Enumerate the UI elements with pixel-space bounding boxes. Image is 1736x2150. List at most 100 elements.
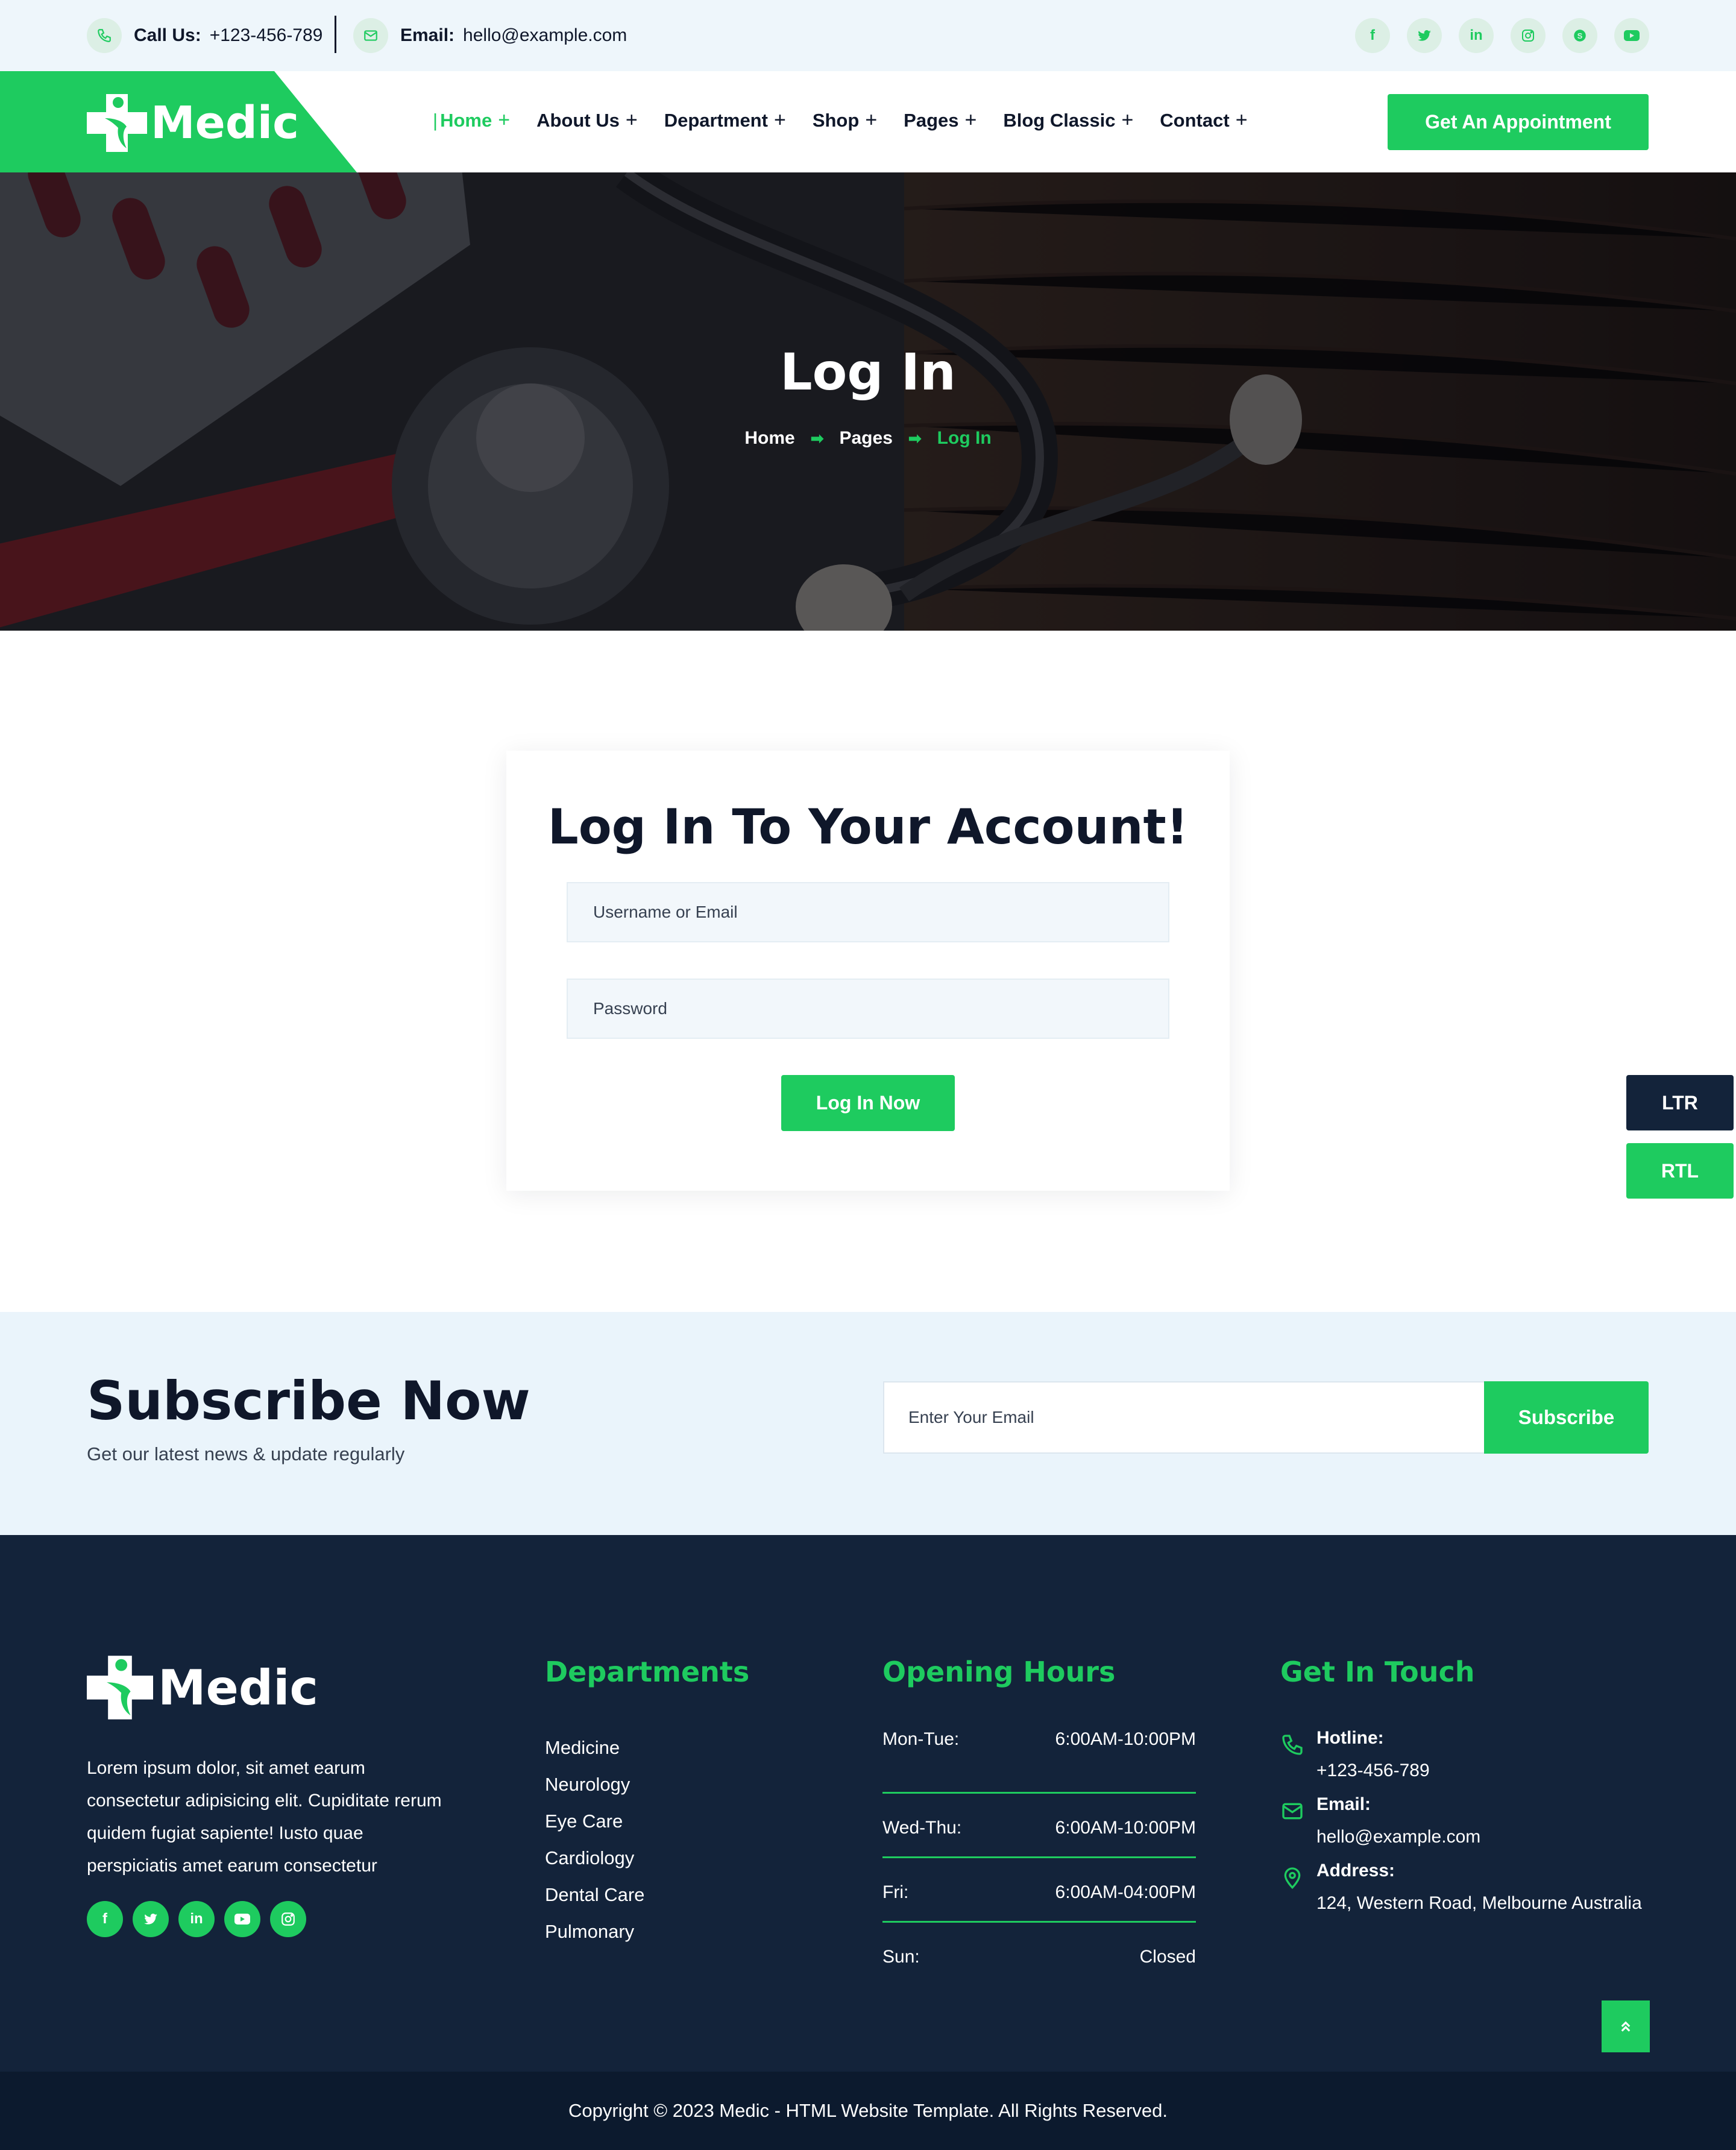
hours-row: Mon-Tue: 6:00AM-10:00PM xyxy=(882,1729,1196,1794)
hours-day: Fri: xyxy=(882,1882,909,1902)
medic-logo-icon xyxy=(87,94,147,152)
address-item: Address: 124, Western Road, Melbourne Au… xyxy=(1280,1862,1666,1912)
location-pin-icon xyxy=(1284,1867,1301,1890)
hotline-label: Hotline: xyxy=(1316,1728,1384,1748)
call-label: Call Us: xyxy=(134,25,201,45)
password-field[interactable] xyxy=(567,979,1169,1039)
divider xyxy=(335,16,336,53)
plus-icon: + xyxy=(865,109,878,131)
nav-about-us[interactable]: About Us + xyxy=(536,109,638,132)
linkedin-icon[interactable]: in xyxy=(1459,18,1494,53)
arrow-right-icon: ➡ xyxy=(810,429,824,447)
get-in-touch-heading: Get In Touch xyxy=(1280,1656,1475,1688)
nav-label: Department xyxy=(664,109,768,131)
department-link[interactable]: Dental Care xyxy=(545,1876,644,1913)
subscribe-title: Subscribe Now xyxy=(87,1370,530,1432)
hours-time: Closed xyxy=(1139,1947,1196,1967)
subscribe-button[interactable]: Subscribe xyxy=(1484,1381,1649,1454)
rtl-button[interactable]: RTL xyxy=(1626,1143,1734,1199)
facebook-icon[interactable]: f xyxy=(1355,18,1390,53)
hours-time: 6:00AM-04:00PM xyxy=(1055,1882,1196,1902)
instagram-icon[interactable] xyxy=(270,1901,306,1937)
hours-time: 6:00AM-10:00PM xyxy=(1055,1729,1196,1749)
username-field[interactable] xyxy=(567,882,1169,942)
subscribe-email-input[interactable] xyxy=(908,1408,1485,1427)
email-item: Email: hello@example.com xyxy=(1280,1795,1666,1846)
active-marker: | xyxy=(433,109,438,131)
appointment-button[interactable]: Get An Appointment xyxy=(1388,94,1649,150)
department-link[interactable]: Medicine xyxy=(545,1729,644,1766)
department-link[interactable]: Pulmonary xyxy=(545,1913,644,1950)
footer-about-text: Lorem ipsum dolor, sit amet earum consec… xyxy=(87,1758,442,1876)
department-link[interactable]: Cardiology xyxy=(545,1839,644,1876)
twitter-icon[interactable] xyxy=(1407,18,1442,53)
mail-icon xyxy=(353,18,388,53)
plus-icon: + xyxy=(498,109,511,131)
hotline-item: Hotline: +123-456-789 xyxy=(1280,1729,1666,1780)
password-input[interactable] xyxy=(593,999,1168,1018)
call-contact[interactable]: Call Us: +123-456-789 xyxy=(87,18,322,53)
address-label: Address: xyxy=(1316,1861,1395,1880)
menu: | Home + About Us + Department + Shop + … xyxy=(433,109,1274,132)
hours-day: Sun: xyxy=(882,1947,920,1967)
nav-label: Home xyxy=(440,109,492,131)
youtube-icon[interactable] xyxy=(224,1901,260,1937)
subscribe-email-field[interactable] xyxy=(883,1381,1486,1454)
twitter-icon[interactable] xyxy=(133,1901,169,1937)
nav-contact[interactable]: Contact + xyxy=(1160,109,1247,132)
hotline-value[interactable]: +123-456-789 xyxy=(1316,1762,1666,1780)
linkedin-icon[interactable]: in xyxy=(178,1901,215,1937)
email-contact[interactable]: Email: hello@example.com xyxy=(353,18,627,53)
hours-row: Wed-Thu: 6:00AM-10:00PM xyxy=(882,1794,1196,1858)
nav-home[interactable]: | Home + xyxy=(433,109,510,132)
skype-icon[interactable]: S xyxy=(1562,18,1597,53)
departments-heading: Departments xyxy=(545,1656,750,1688)
nav-department[interactable]: Department + xyxy=(664,109,786,132)
plus-icon: + xyxy=(625,109,638,131)
hours-day: Mon-Tue: xyxy=(882,1729,960,1749)
nav-blog-classic[interactable]: Blog Classic + xyxy=(1003,109,1133,132)
email-label: Email: xyxy=(400,25,455,45)
breadcrumb: Home ➡ Pages ➡ Log In xyxy=(0,428,1736,449)
hours-row: Fri: 6:00AM-04:00PM xyxy=(882,1858,1196,1923)
page-banner: Log In Home ➡ Pages ➡ Log In xyxy=(0,172,1736,631)
username-input[interactable] xyxy=(593,903,1168,922)
ltr-button[interactable]: LTR xyxy=(1626,1075,1734,1130)
svg-text:S: S xyxy=(1577,31,1583,40)
breadcrumb-pages[interactable]: Pages xyxy=(839,428,892,449)
login-button[interactable]: Log In Now xyxy=(781,1075,955,1131)
double-chevron-up-icon xyxy=(1621,2021,1631,2032)
youtube-icon[interactable] xyxy=(1614,18,1649,53)
department-link[interactable]: Eye Care xyxy=(545,1803,644,1839)
call-value: +123-456-789 xyxy=(209,25,323,45)
mail-icon xyxy=(1282,1803,1303,1820)
email-value[interactable]: hello@example.com xyxy=(1316,1828,1666,1846)
footer-logo[interactable]: Medic xyxy=(87,1654,318,1721)
login-form-card: Log In To Your Account! Log In Now xyxy=(506,751,1230,1191)
nav-label: Shop xyxy=(812,109,860,131)
opening-hours-heading: Opening Hours xyxy=(882,1656,1116,1688)
medic-logo-icon xyxy=(87,1656,153,1720)
nav-label: Pages xyxy=(904,109,959,131)
arrow-right-icon: ➡ xyxy=(908,429,922,447)
instagram-icon[interactable] xyxy=(1511,18,1546,53)
nav-shop[interactable]: Shop + xyxy=(813,109,877,132)
footer-logo-text: Medic xyxy=(158,1659,318,1716)
scroll-to-top-button[interactable] xyxy=(1602,2000,1650,2052)
page-title: Log In xyxy=(780,342,956,402)
address-value: 124, Western Road, Melbourne Australia xyxy=(1316,1893,1642,1913)
footer-social-links: f in xyxy=(87,1901,306,1937)
login-title: Log In To Your Account! xyxy=(547,799,1189,855)
banner-overlay xyxy=(0,172,1736,631)
copyright-text: Copyright © 2023 Medic - HTML Website Te… xyxy=(568,2100,1168,2121)
logo[interactable]: Medic xyxy=(87,94,299,152)
facebook-icon[interactable]: f xyxy=(87,1901,123,1937)
breadcrumb-home[interactable]: Home xyxy=(744,428,794,449)
nav-pages[interactable]: Pages + xyxy=(904,109,976,132)
plus-icon: + xyxy=(1235,109,1248,131)
nav-label: Blog Classic xyxy=(1003,109,1116,131)
contact-info: Hotline: +123-456-789 Email: hello@examp… xyxy=(1280,1729,1666,1928)
logo-text: Medic xyxy=(151,97,300,149)
department-link[interactable]: Neurology xyxy=(545,1766,644,1803)
plus-icon: + xyxy=(964,109,977,131)
